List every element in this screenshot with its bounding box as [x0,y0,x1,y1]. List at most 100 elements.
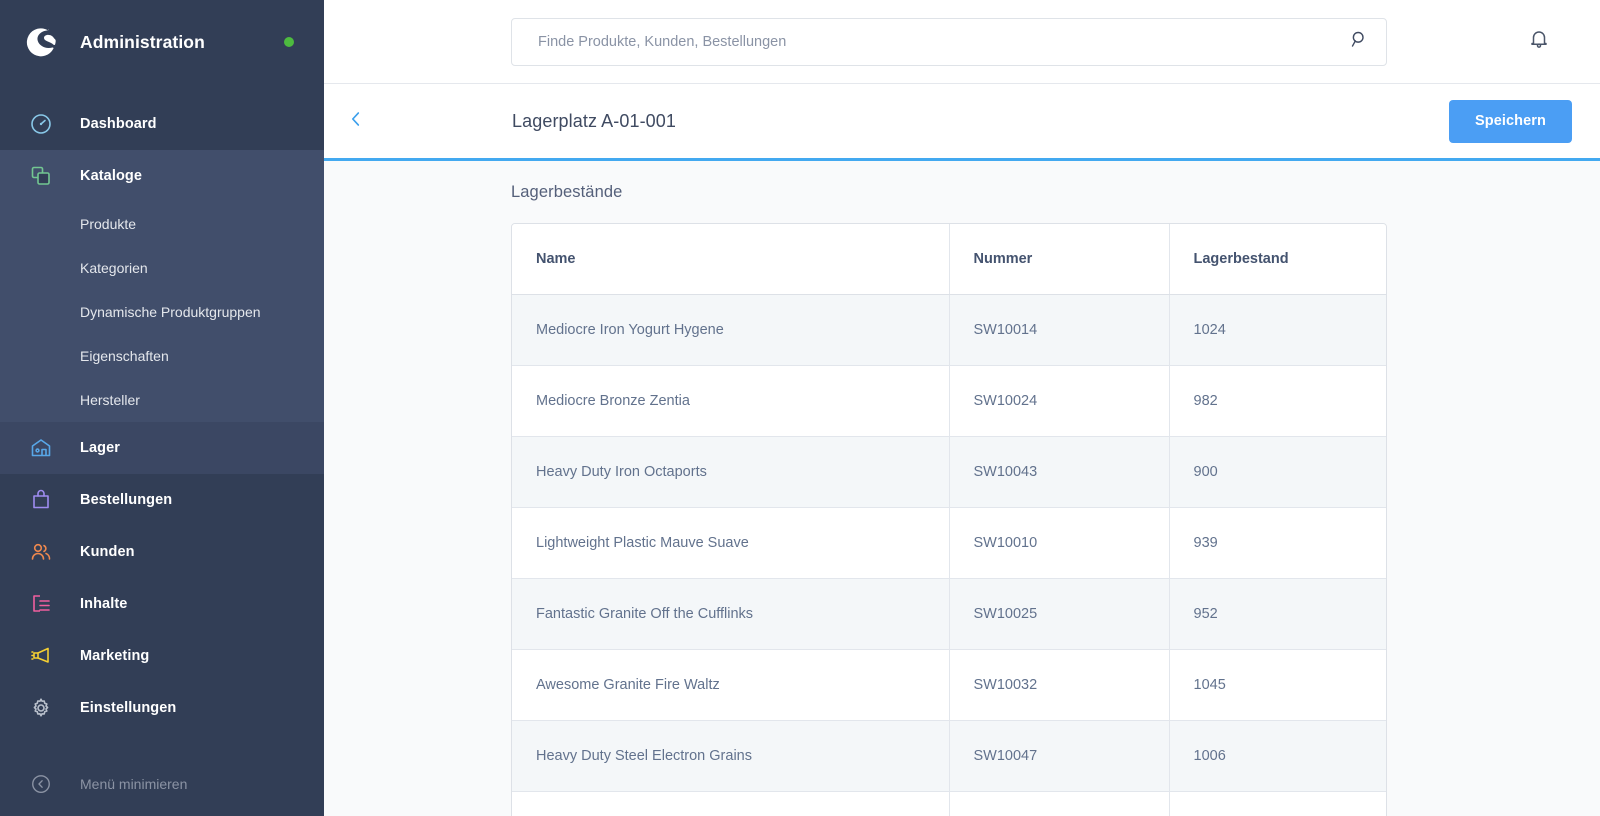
sidebar-item-label: Inhalte [80,596,128,612]
cell-name: Heavy Duty Steel Electron Grains [512,720,950,792]
chevron-left-icon [345,108,367,135]
cell-stock: 982 [1169,365,1386,437]
stock-table: Name Nummer Lagerbestand Mediocre Iron Y… [512,224,1386,816]
back-button[interactable] [324,84,388,158]
sidebar-subitem-kategorien[interactable]: Kategorien [0,246,324,290]
content-pages-icon [24,587,58,621]
content-area: Lagerbestände Name Nummer Lagerbestand M… [324,161,1600,816]
save-button[interactable]: Speichern [1448,99,1572,143]
sidebar-subitem-eigenschaften[interactable]: Eigenschaften [0,334,324,378]
sidebar-item-kataloge[interactable]: Kataloge [0,150,324,202]
table-row[interactable]: Heavy Duty Steel Electron Grains SW10047… [512,720,1386,792]
megaphone-icon [24,639,58,673]
sidebar-subitem-label: Kategorien [80,260,148,276]
cell-number: SW10047 [949,720,1170,792]
section-title: Lagerbestände [511,183,623,201]
sidebar-subitem-dynamische-produktgruppen[interactable]: Dynamische Produktgruppen [0,290,324,334]
sidebar-item-inhalte[interactable]: Inhalte [0,578,324,630]
cell-name: Lightweight Plastic Mauve Suave [512,507,950,579]
catalog-squares-icon [24,159,58,193]
online-status-dot [284,37,294,47]
column-header-lagerbestand[interactable]: Lagerbestand [1169,224,1386,295]
page-title: Lagerplatz A-01-001 [512,110,677,131]
cell-stock [1169,791,1386,816]
sidebar-nav: Dashboard Kataloge Produkte Kategorien D… [0,84,324,752]
sidebar-subitem-hersteller[interactable]: Hersteller [0,378,324,422]
dashboard-gauge-icon [24,107,58,141]
cell-name: Fantastic Granite Off the Cufflinks [512,578,950,650]
notification-bell-button[interactable] [1524,27,1554,57]
customers-people-icon [24,535,58,569]
cell-name: Heavy Duty Iron Octaports [512,436,950,508]
search-icon[interactable] [1349,29,1370,55]
cell-stock: 1045 [1169,649,1386,721]
shopping-bag-icon [24,483,58,517]
table-head: Name Nummer Lagerbestand [512,224,1386,295]
table-row[interactable]: Awesome Granite Fire Waltz SW10032 1045 [512,649,1386,721]
cell-name: Awesome Granite Fire Waltz [512,649,950,721]
sidebar-item-lager[interactable]: Lager [0,422,324,474]
cell-number: SW10024 [949,365,1170,437]
sidebar-item-dashboard[interactable]: Dashboard [0,98,324,150]
sidebar-item-bestellungen[interactable]: Bestellungen [0,474,324,526]
sidebar-item-einstellungen[interactable]: Einstellungen [0,682,324,734]
cell-name [512,791,950,816]
cell-stock: 1006 [1169,720,1386,792]
global-search [511,17,1387,66]
page-header: Lagerplatz A-01-001 Speichern [324,84,1600,158]
sidebar-item-kunden[interactable]: Kunden [0,526,324,578]
topbar [324,0,1600,84]
cell-number: SW10014 [949,294,1170,366]
sidebar-item-label: Marketing [80,648,150,664]
cell-name: Mediocre Iron Yogurt Hygene [512,294,950,366]
table-body: Mediocre Iron Yogurt Hygene SW10014 1024… [512,294,1386,816]
cell-number [949,791,1170,816]
sidebar-subitem-label: Hersteller [80,392,140,408]
table-row[interactable]: Mediocre Iron Yogurt Hygene SW10014 1024 [512,294,1386,366]
sidebar-item-label: Lager [80,440,120,456]
sidebar-subitem-label: Dynamische Produktgruppen [80,304,261,320]
search-input[interactable] [538,33,1349,50]
gear-icon [24,691,58,725]
sidebar-item-label: Kataloge [80,168,143,184]
cell-number: SW10032 [949,649,1170,721]
shopware-logo-icon[interactable] [24,25,58,59]
sidebar-subitem-label: Produkte [80,216,137,232]
app-root: Administration Dashboard Kataloge Produk… [0,0,1600,816]
table-row[interactable]: Heavy Duty Iron Octaports SW10043 900 [512,436,1386,508]
sidebar-group-kataloge: Kataloge Produkte Kategorien Dynamische … [0,150,324,422]
app-title: Administration [80,31,205,52]
minimize-menu-label: Menü minimieren [80,776,188,792]
sidebar-item-label: Bestellungen [80,492,173,508]
table-header-row: Name Nummer Lagerbestand [512,224,1386,295]
table-row[interactable] [512,791,1386,816]
cell-stock: 939 [1169,507,1386,579]
stock-table-card: Name Nummer Lagerbestand Mediocre Iron Y… [511,223,1387,816]
cell-stock: 900 [1169,436,1386,508]
main-area: Lagerplatz A-01-001 Speichern Lagerbestä… [324,0,1600,816]
sidebar-header: Administration [0,0,324,84]
table-row[interactable]: Mediocre Bronze Zentia SW10024 982 [512,365,1386,437]
column-header-nummer[interactable]: Nummer [949,224,1170,295]
cell-number: SW10025 [949,578,1170,650]
sidebar-item-label: Dashboard [80,116,157,132]
sidebar-item-marketing[interactable]: Marketing [0,630,324,682]
bell-icon [1527,27,1551,56]
search-box[interactable] [511,17,1387,66]
warehouse-home-icon [24,431,58,465]
cell-name: Mediocre Bronze Zentia [512,365,950,437]
sidebar: Administration Dashboard Kataloge Produk… [0,0,324,816]
sidebar-subitem-label: Eigenschaften [80,348,169,364]
minimize-menu-button[interactable]: Menü minimieren [0,752,324,816]
cell-number: SW10010 [949,507,1170,579]
column-header-name[interactable]: Name [512,224,950,295]
sidebar-item-label: Kunden [80,544,135,560]
cell-stock: 952 [1169,578,1386,650]
sidebar-item-label: Einstellungen [80,700,177,716]
table-row[interactable]: Fantastic Granite Off the Cufflinks SW10… [512,578,1386,650]
cell-stock: 1024 [1169,294,1386,366]
chevron-left-circle-icon [24,767,58,801]
table-row[interactable]: Lightweight Plastic Mauve Suave SW10010 … [512,507,1386,579]
sidebar-subitem-produkte[interactable]: Produkte [0,202,324,246]
cell-number: SW10043 [949,436,1170,508]
